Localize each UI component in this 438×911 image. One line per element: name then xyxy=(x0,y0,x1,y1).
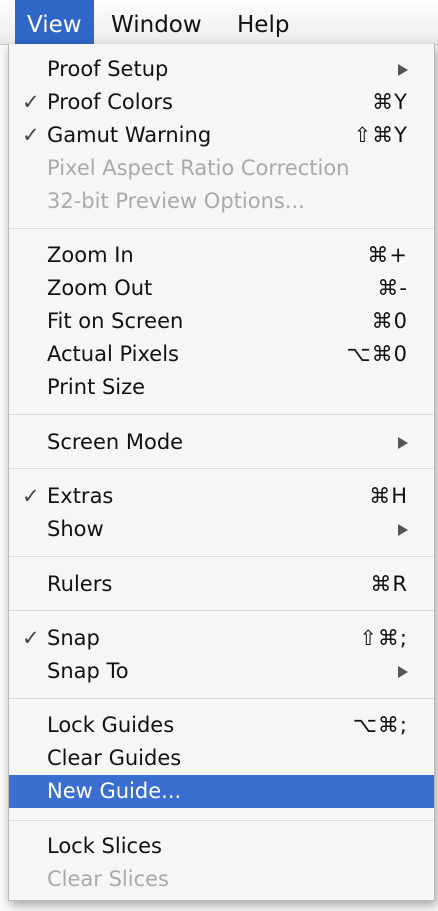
menu-separator xyxy=(9,468,434,469)
menu-separator xyxy=(9,556,434,557)
shortcut-label: ⇧⌘; xyxy=(359,626,408,650)
menu-separator xyxy=(9,610,434,611)
shortcut-label: ⌘Y xyxy=(372,90,408,114)
menu-item-label: Show xyxy=(47,517,104,541)
shortcut-label: ⌥⌘0 xyxy=(346,342,408,366)
menubar-window[interactable]: Window xyxy=(98,0,215,44)
menu-item-label: Pixel Aspect Ratio Correction xyxy=(47,156,350,180)
shortcut-label: ⌘- xyxy=(377,276,408,300)
submenu-arrow-icon xyxy=(398,524,408,536)
menu-item-zoom-out[interactable]: Zoom Out ⌘- xyxy=(9,272,434,305)
menu-item-label: Clear Guides xyxy=(47,746,182,770)
menu-item-zoom-in[interactable]: Zoom In ⌘+ xyxy=(9,239,434,272)
view-menu: Proof Setup ✓ Proof Colors ⌘Y ✓ Gamut Wa… xyxy=(8,44,435,901)
menu-item-label: Extras xyxy=(47,484,114,508)
menu-item-actual-pixels[interactable]: Actual Pixels ⌥⌘0 xyxy=(9,338,434,371)
menu-item-clear-guides[interactable]: Clear Guides xyxy=(9,742,434,775)
menu-item-label: Gamut Warning xyxy=(47,123,212,147)
menu-item-lock-guides[interactable]: Lock Guides ⌥⌘; xyxy=(9,709,434,742)
menu-item-clear-slices: Clear Slices xyxy=(9,863,434,896)
checkmark-icon: ✓ xyxy=(22,626,40,650)
menu-item-label: Rulers xyxy=(47,572,113,596)
menu-item-gamut-warning[interactable]: ✓ Gamut Warning ⇧⌘Y xyxy=(9,119,434,152)
menu-separator xyxy=(9,820,434,821)
menu-item-label: Lock Slices xyxy=(47,834,162,858)
menu-item-new-guide[interactable]: New Guide... xyxy=(9,775,434,808)
menu-item-show[interactable]: Show xyxy=(9,513,434,546)
shortcut-label: ⌘+ xyxy=(367,243,408,267)
shortcut-label: ⌘H xyxy=(369,484,408,508)
submenu-arrow-icon xyxy=(398,666,408,678)
menu-item-label: Zoom In xyxy=(47,243,134,267)
checkmark-icon: ✓ xyxy=(22,484,40,508)
menu-separator xyxy=(9,414,434,415)
menu-item-label: Proof Setup xyxy=(47,57,169,81)
menu-bar: View Window Help xyxy=(0,0,438,45)
menu-item-label: Zoom Out xyxy=(47,276,153,300)
menu-item-label: 32-bit Preview Options... xyxy=(47,189,305,213)
menu-item-label: Lock Guides xyxy=(47,713,175,737)
menubar-help[interactable]: Help xyxy=(224,0,302,44)
menu-item-label: Actual Pixels xyxy=(47,342,179,366)
menu-item-label: Snap xyxy=(47,626,100,650)
menu-item-label: Snap To xyxy=(47,659,129,683)
menu-item-extras[interactable]: ✓ Extras ⌘H xyxy=(9,480,434,513)
menu-item-print-size[interactable]: Print Size xyxy=(9,371,434,404)
shortcut-label: ⌘0 xyxy=(371,309,408,333)
menu-item-rulers[interactable]: Rulers ⌘R xyxy=(9,568,434,601)
menu-item-snap-to[interactable]: Snap To xyxy=(9,655,434,688)
shortcut-label: ⌘R xyxy=(370,572,408,596)
menu-item-lock-slices[interactable]: Lock Slices xyxy=(9,830,434,863)
shortcut-label: ⇧⌘Y xyxy=(353,123,408,147)
checkmark-icon: ✓ xyxy=(22,123,40,147)
shortcut-label: ⌥⌘; xyxy=(352,713,408,737)
menu-item-snap[interactable]: ✓ Snap ⇧⌘; xyxy=(9,622,434,655)
menu-item-fit-on-screen[interactable]: Fit on Screen ⌘0 xyxy=(9,305,434,338)
menu-item-label: Proof Colors xyxy=(47,90,173,114)
menu-item-label: Screen Mode xyxy=(47,430,184,454)
menu-item-label: New Guide... xyxy=(47,779,182,803)
checkmark-icon: ✓ xyxy=(22,90,40,114)
menu-item-32bit-preview-options: 32-bit Preview Options... xyxy=(9,185,434,218)
menu-item-proof-colors[interactable]: ✓ Proof Colors ⌘Y xyxy=(9,86,434,119)
menubar-view[interactable]: View xyxy=(15,0,94,44)
menu-separator xyxy=(9,698,434,699)
menu-item-label: Fit on Screen xyxy=(47,309,184,333)
menu-item-label: Print Size xyxy=(47,375,146,399)
menu-item-screen-mode[interactable]: Screen Mode xyxy=(9,426,434,459)
menu-item-proof-setup[interactable]: Proof Setup xyxy=(9,53,434,86)
submenu-arrow-icon xyxy=(398,64,408,76)
menu-item-pixel-aspect-ratio-correction: Pixel Aspect Ratio Correction xyxy=(9,152,434,185)
menu-item-label: Clear Slices xyxy=(47,867,170,891)
menu-separator xyxy=(9,228,434,229)
submenu-arrow-icon xyxy=(398,437,408,449)
